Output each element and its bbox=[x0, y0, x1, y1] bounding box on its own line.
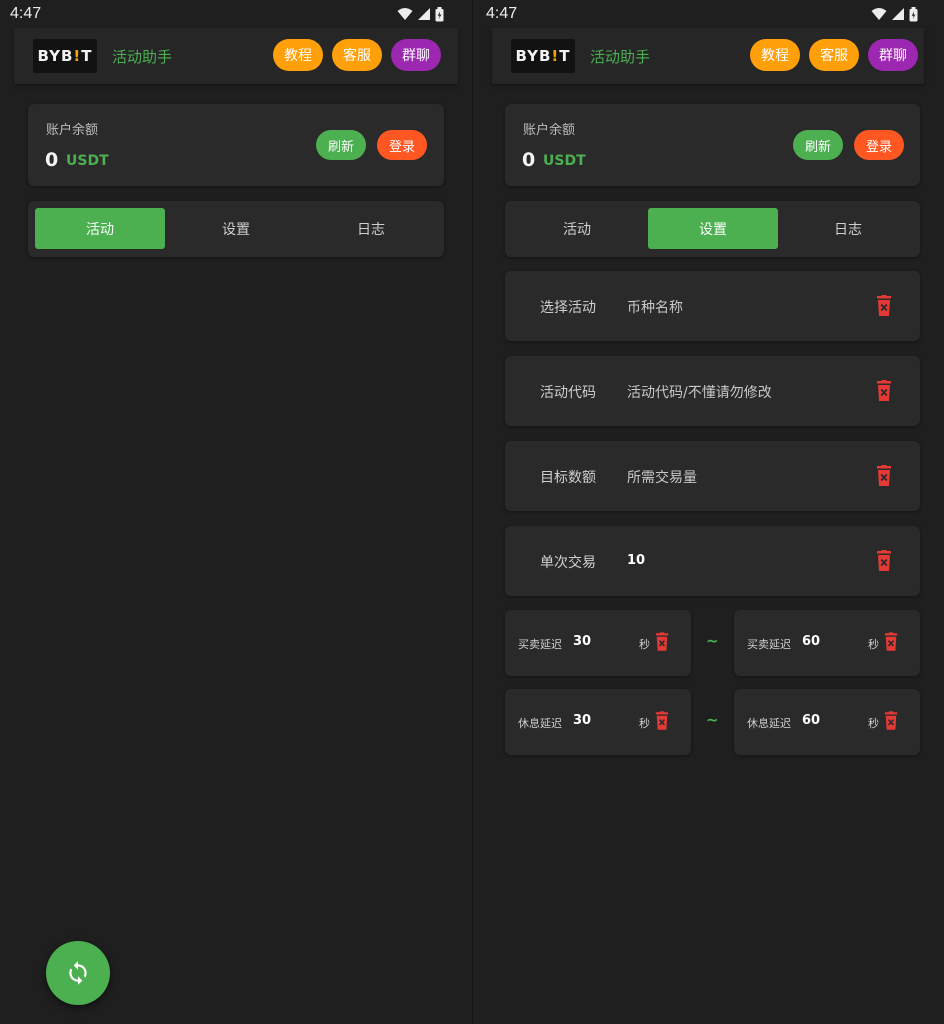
balance-value: 0 bbox=[522, 149, 536, 171]
balance-card: 账户余额 0 USDT 刷新 登录 bbox=[28, 104, 444, 186]
wifi-icon bbox=[871, 8, 887, 20]
tab-log[interactable]: 日志 bbox=[306, 208, 436, 249]
unit-label: 秒 bbox=[868, 638, 879, 651]
trade-delay-min[interactable]: 买卖延迟 30 秒 bbox=[505, 610, 691, 676]
range-separator: ~ bbox=[706, 711, 719, 729]
wifi-icon bbox=[397, 8, 413, 20]
field-input[interactable]: 币种名称 bbox=[627, 297, 683, 317]
app-title: 活动助手 bbox=[112, 48, 173, 66]
field-input[interactable]: 活动代码/不懂请勿修改 bbox=[627, 382, 772, 402]
trash-icon[interactable] bbox=[884, 632, 898, 652]
small-label: 买卖延迟 bbox=[518, 638, 562, 651]
status-time: 4:47 bbox=[10, 5, 42, 22]
field-single-trade[interactable]: 单次交易 10 bbox=[505, 526, 920, 596]
tab-settings[interactable]: 设置 bbox=[171, 208, 301, 249]
login-button[interactable]: 登录 bbox=[854, 130, 904, 160]
unit-label: 秒 bbox=[868, 717, 879, 730]
status-time: 4:47 bbox=[486, 5, 518, 22]
battery-icon bbox=[909, 6, 918, 21]
status-bar: 4:47 bbox=[473, 0, 944, 30]
trash-icon[interactable] bbox=[884, 711, 898, 731]
field-label: 活动代码 bbox=[540, 385, 596, 401]
logo-text: BYB bbox=[515, 47, 552, 65]
bybit-logo: BYB! T bbox=[511, 39, 575, 73]
refresh-button[interactable]: 刷新 bbox=[793, 130, 843, 160]
unit-label: 秒 bbox=[639, 638, 650, 651]
tab-log[interactable]: 日志 bbox=[783, 208, 913, 249]
balance-value: 0 bbox=[45, 149, 59, 171]
field-target-amount[interactable]: 目标数额 所需交易量 bbox=[505, 441, 920, 511]
status-bar: 4:47 bbox=[0, 0, 472, 30]
bybit-logo: BYB! T bbox=[33, 39, 97, 73]
customer-service-button[interactable]: 客服 bbox=[809, 39, 859, 71]
small-label: 休息延迟 bbox=[747, 717, 791, 730]
sync-icon bbox=[69, 961, 87, 985]
signal-icon bbox=[418, 8, 430, 20]
tab-activity[interactable]: 活动 bbox=[512, 208, 642, 249]
tab-bar: 活动 设置 日志 bbox=[505, 201, 920, 257]
trash-icon[interactable] bbox=[876, 380, 892, 402]
field-label: 目标数额 bbox=[540, 470, 596, 486]
delay-input[interactable]: 60 bbox=[802, 634, 820, 649]
delay-input[interactable]: 60 bbox=[802, 713, 820, 728]
trash-icon[interactable] bbox=[876, 550, 892, 572]
group-chat-button[interactable]: 群聊 bbox=[868, 39, 918, 71]
unit-label: 秒 bbox=[639, 717, 650, 730]
login-button[interactable]: 登录 bbox=[377, 130, 427, 160]
tutorial-button[interactable]: 教程 bbox=[273, 39, 323, 71]
delay-input[interactable]: 30 bbox=[573, 713, 591, 728]
status-icons bbox=[397, 6, 444, 22]
trash-icon[interactable] bbox=[655, 711, 669, 731]
group-chat-button[interactable]: 群聊 bbox=[391, 39, 441, 71]
balance-unit: USDT bbox=[66, 153, 109, 169]
tab-settings[interactable]: 设置 bbox=[648, 208, 778, 249]
app-header: BYB! T 活动助手 教程 客服 群聊 bbox=[492, 28, 924, 84]
trash-icon[interactable] bbox=[876, 295, 892, 317]
balance-label: 账户余额 bbox=[46, 123, 99, 138]
balance-label: 账户余额 bbox=[523, 123, 576, 138]
range-separator: ~ bbox=[706, 632, 719, 650]
app-header: BYB! T 活动助手 教程 客服 群聊 bbox=[14, 28, 458, 84]
customer-service-button[interactable]: 客服 bbox=[332, 39, 382, 71]
field-activity-code[interactable]: 活动代码 活动代码/不懂请勿修改 bbox=[505, 356, 920, 426]
field-select-activity[interactable]: 选择活动 币种名称 bbox=[505, 271, 920, 341]
rest-delay-min[interactable]: 休息延迟 30 秒 bbox=[505, 689, 691, 755]
app-title: 活动助手 bbox=[590, 48, 651, 66]
tutorial-button[interactable]: 教程 bbox=[750, 39, 800, 71]
balance-card: 账户余额 0 USDT 刷新 登录 bbox=[505, 104, 920, 186]
rest-delay-max[interactable]: 休息延迟 60 秒 bbox=[734, 689, 920, 755]
delay-input[interactable]: 30 bbox=[573, 634, 591, 649]
trash-icon[interactable] bbox=[876, 465, 892, 487]
small-label: 买卖延迟 bbox=[747, 638, 791, 651]
logo-text-end: T bbox=[559, 47, 571, 65]
field-label: 选择活动 bbox=[540, 300, 596, 316]
sync-button[interactable] bbox=[46, 941, 110, 1005]
signal-icon bbox=[892, 8, 904, 20]
field-label: 单次交易 bbox=[540, 555, 596, 571]
status-icons bbox=[871, 6, 918, 22]
logo-accent: ! bbox=[73, 47, 82, 65]
tab-bar: 活动 设置 日志 bbox=[28, 201, 444, 257]
screen-activity: 4:47 BYB! T 活动助手 教程 客服 群聊 账户余额 0 USDT 刷新 … bbox=[0, 0, 472, 1024]
refresh-button[interactable]: 刷新 bbox=[316, 130, 366, 160]
field-input[interactable]: 所需交易量 bbox=[627, 467, 697, 487]
logo-text: BYB bbox=[37, 47, 74, 65]
screen-settings: 4:47 BYB! T 活动助手 教程 客服 群聊 账户余额 0 USDT 刷新 … bbox=[472, 0, 944, 1024]
logo-accent: ! bbox=[551, 47, 560, 65]
trash-icon[interactable] bbox=[655, 632, 669, 652]
trade-delay-max[interactable]: 买卖延迟 60 秒 bbox=[734, 610, 920, 676]
field-input[interactable]: 10 bbox=[627, 553, 645, 568]
logo-text-end: T bbox=[81, 47, 93, 65]
small-label: 休息延迟 bbox=[518, 717, 562, 730]
battery-icon bbox=[435, 6, 444, 21]
balance-unit: USDT bbox=[543, 153, 586, 169]
tab-activity[interactable]: 活动 bbox=[35, 208, 165, 249]
